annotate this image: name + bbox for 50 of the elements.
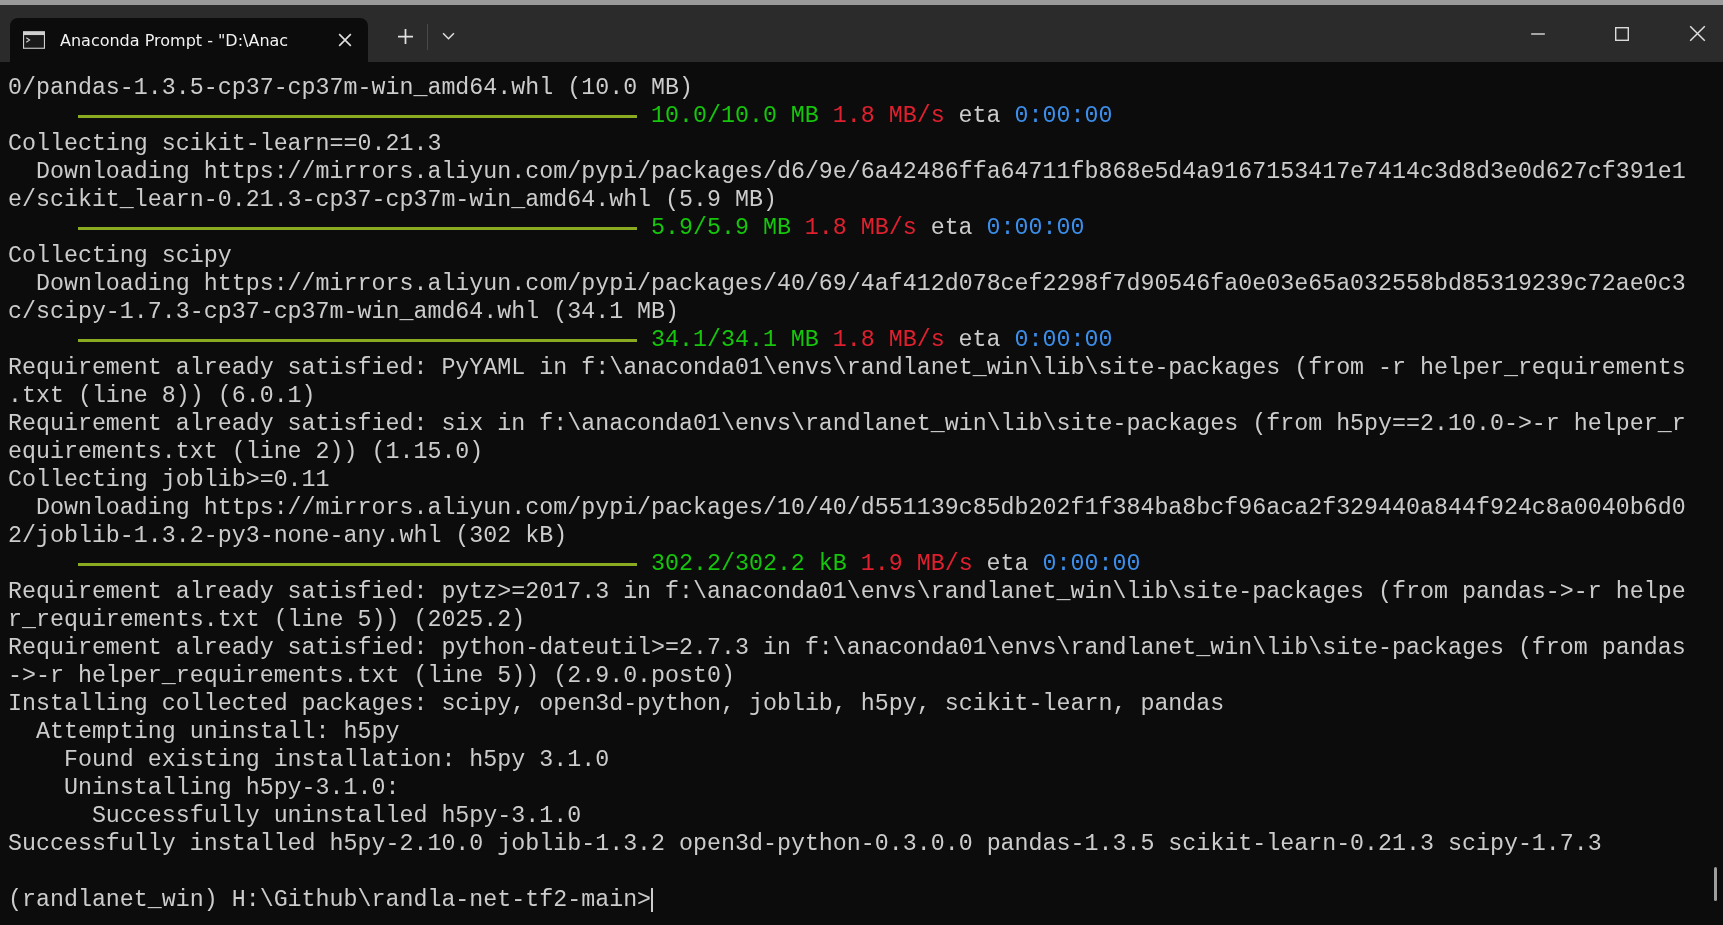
output-line: Requirement already satisfied: PyYAML in f:\anaconda01\envs\randlanet_win\lib\site-packages (from -r helper_requirements	[8, 354, 1686, 382]
output-line: Downloading https://mirrors.aliyun.com/pypi/packages/d6/9e/6a42486ffa64711fb868e5d4a9167153417e7414c3d8d3e0d627cf391e1	[34, 158, 1686, 186]
output-line: Installing collected packages: scipy, open3d-python, joblib, h5py, scikit-learn, pandas	[8, 690, 1225, 718]
output-line: ->-r helper_requirements.txt (line 5)) (2.9.0.post0)	[8, 662, 735, 690]
output-line: r_requirements.txt (line 5)) (2025.2)	[8, 606, 526, 634]
output-line: Downloading https://mirrors.aliyun.com/pypi/packages/10/40/d551139c85db202f1f384ba8bcf96aca2f329440a844f924c8a0040b6d0	[34, 494, 1686, 522]
tab-title: Anaconda Prompt - "D:\Anac	[60, 30, 290, 50]
output-line: Found existing installation: h5py 3.1.0	[62, 746, 610, 774]
terminal-icon	[23, 31, 45, 49]
eta-label: eta	[930, 214, 973, 242]
output-line: Requirement already satisfied: pytz>=2017.3 in f:\anaconda01\envs\randlanet_win\lib\site-packages (from pandas->-r helpe	[8, 578, 1686, 606]
eta-label: eta	[958, 102, 1001, 130]
download-size: 10.0/10.0 MB	[651, 102, 819, 130]
output-line: Successfully installed h5py-2.10.0 joblib-1.3.2 open3d-python-0.3.0.0 pandas-1.3.5 scikit-learn-0.21.3 scipy-1.7.3	[8, 830, 1602, 858]
output-line: Collecting joblib>=0.11	[8, 466, 330, 494]
eta-time: 0:00:00	[1014, 326, 1113, 354]
command-prompt: (randlanet_win) H:\Github\randla-net-tf2-main>	[8, 886, 652, 914]
output-line: 0/pandas-1.3.5-cp37-cp37m-win_amd64.whl (10.0 MB)	[8, 74, 694, 102]
download-speed: 1.8 MB/s	[832, 102, 945, 130]
new-tab-icon[interactable]	[398, 29, 413, 44]
scrollbar-thumb[interactable]	[1714, 867, 1717, 901]
output-line: Requirement already satisfied: six in f:\anaconda01\envs\randlanet_win\lib\site-packages (from h5py==2.10.0->-r helper_r	[8, 410, 1686, 438]
chevron-down-icon[interactable]	[442, 32, 455, 41]
output-line: Collecting scipy	[8, 242, 232, 270]
output-line: c/scipy-1.7.3-cp37-cp37m-win_amd64.whl (34.1 MB)	[8, 298, 680, 326]
download-speed: 1.8 MB/s	[832, 326, 945, 354]
output-line: Collecting scikit-learn==0.21.3	[8, 130, 442, 158]
output-line: equirements.txt (line 2)) (1.15.0)	[8, 438, 484, 466]
close-icon[interactable]	[1689, 25, 1706, 42]
eta-time: 0:00:00	[986, 214, 1085, 242]
maximize-icon[interactable]	[1614, 25, 1630, 42]
output-line: .txt (line 8)) (6.0.1)	[8, 382, 316, 410]
output-line: Attempting uninstall: h5py	[34, 718, 400, 746]
output-line: Downloading https://mirrors.aliyun.com/pypi/packages/40/69/4af412d078cef2298f7d90546fa0e03e65a032558bd85319239c72ae0c3	[34, 270, 1686, 298]
eta-label: eta	[986, 550, 1029, 578]
eta-label: eta	[958, 326, 1001, 354]
terminal-tab[interactable]: Anaconda Prompt - "D:\Anac	[10, 18, 368, 62]
download-speed: 1.9 MB/s	[860, 550, 973, 578]
output-line: Requirement already satisfied: python-dateutil>=2.7.3 in f:\anaconda01\envs\randlanet_win\lib\site-packages (from pandas	[8, 634, 1686, 662]
output-line: 2/joblib-1.3.2-py3-none-any.whl (302 kB)	[8, 522, 568, 550]
output-line: Successfully uninstalled h5py-3.1.0	[90, 802, 582, 830]
download-size: 34.1/34.1 MB	[651, 326, 819, 354]
output-line: e/scikit_learn-0.21.3-cp37-cp37m-win_amd64.whl (5.9 MB)	[8, 186, 777, 214]
eta-time: 0:00:00	[1014, 102, 1113, 130]
close-icon[interactable]	[338, 33, 352, 47]
download-size: 5.9/5.9 MB	[651, 214, 791, 242]
output-line: Uninstalling h5py-3.1.0:	[62, 774, 400, 802]
eta-time: 0:00:00	[1042, 550, 1141, 578]
download-size: 302.2/302.2 kB	[651, 550, 847, 578]
download-speed: 1.8 MB/s	[804, 214, 917, 242]
